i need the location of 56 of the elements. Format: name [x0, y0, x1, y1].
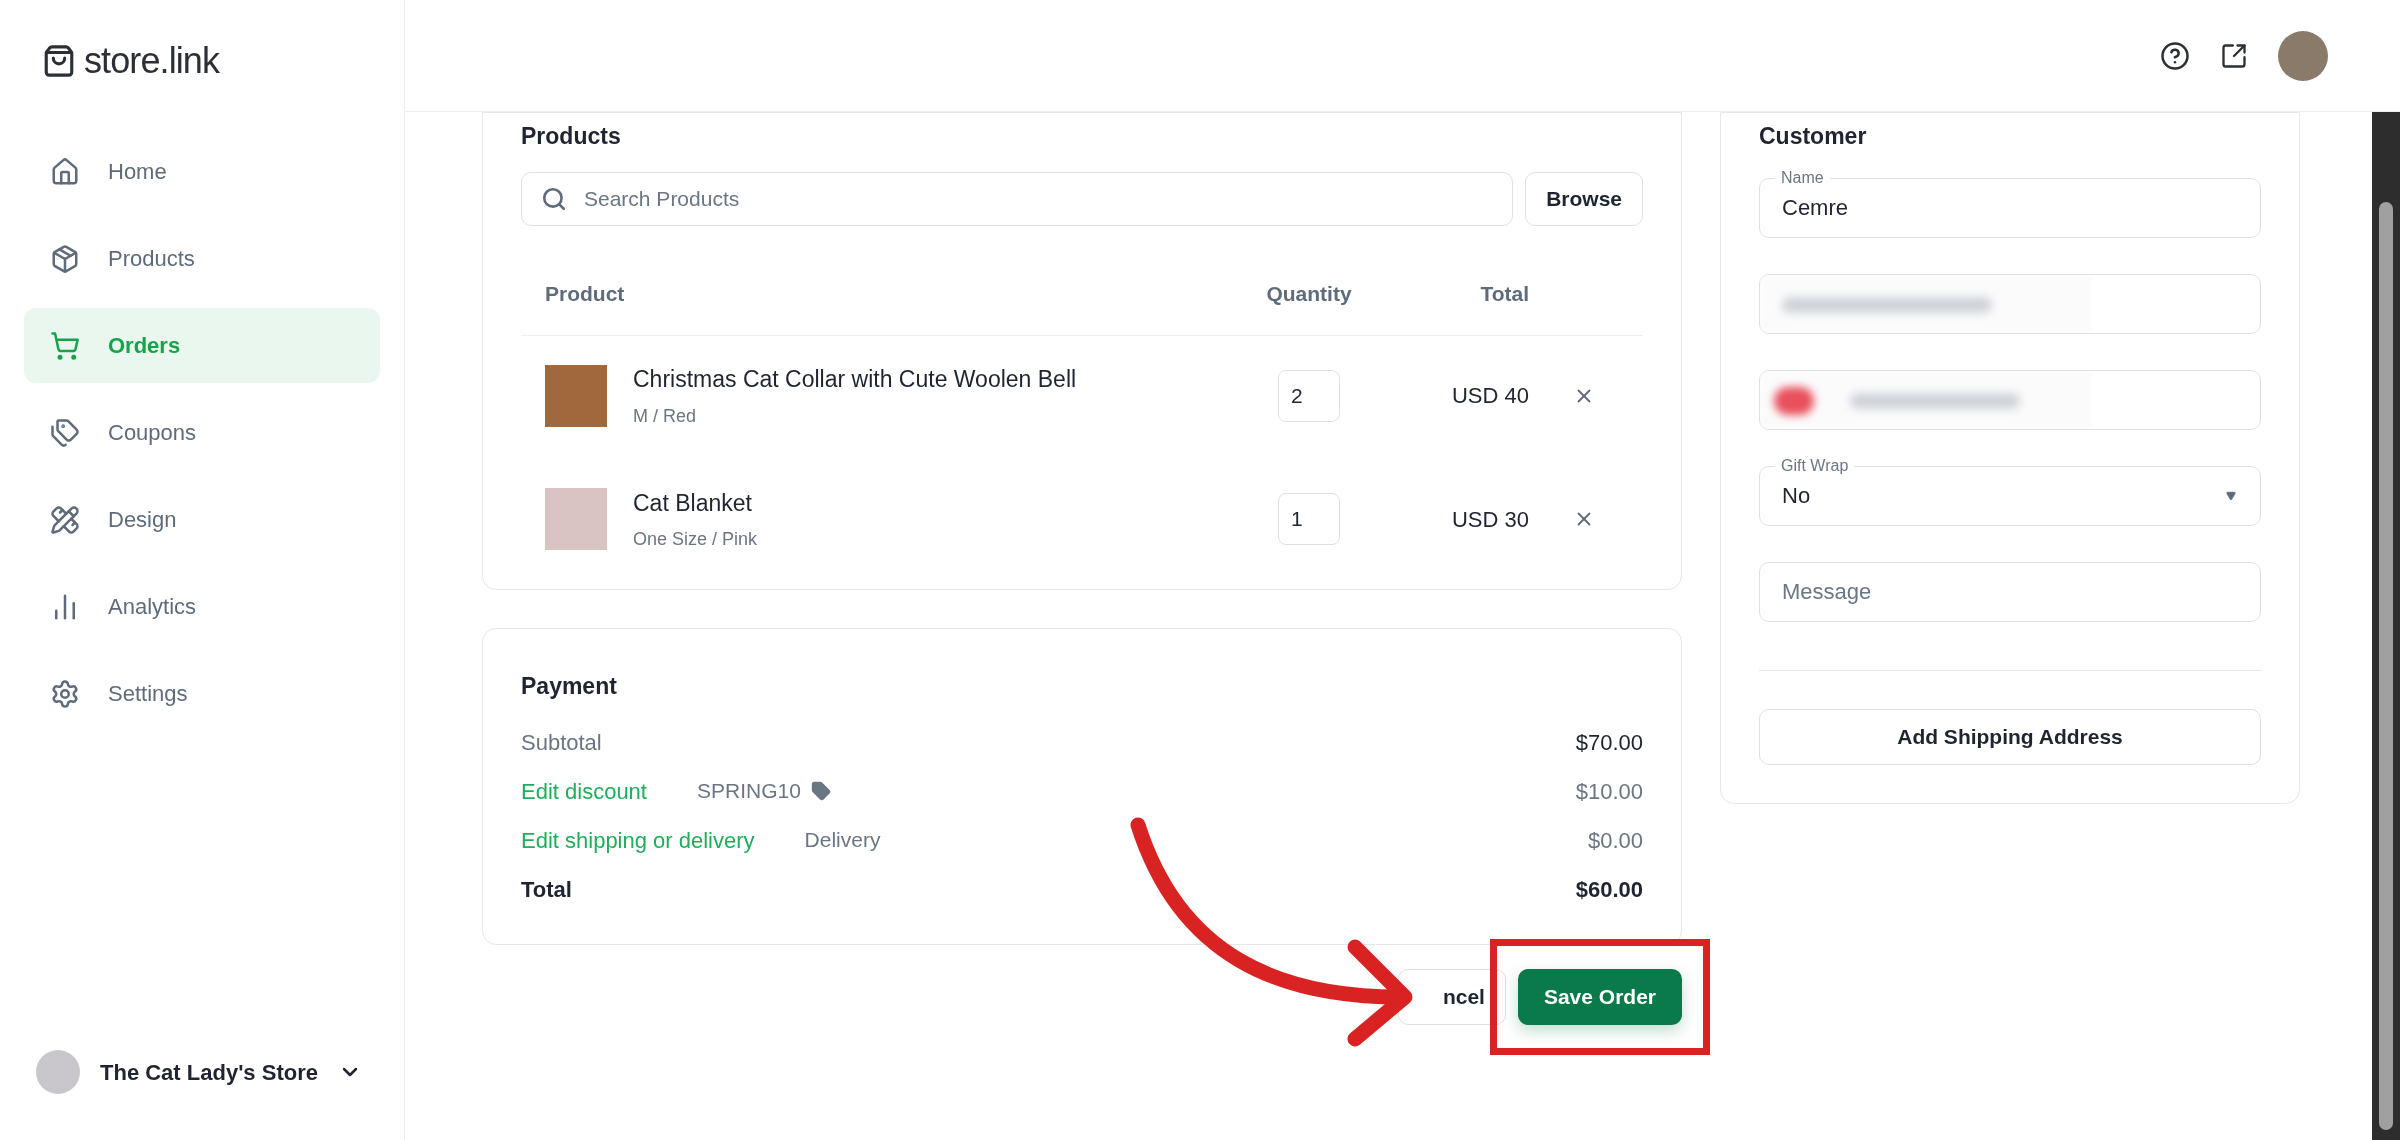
input-field[interactable]: Message: [1759, 561, 2261, 622]
quantity-field[interactable]: 2: [1278, 369, 1340, 422]
sidebar-item[interactable]: Coupons: [24, 395, 380, 470]
column-header: Quantity: [1266, 280, 1352, 307]
user-avatar[interactable]: [2278, 30, 2328, 81]
add-shipping-address-button[interactable]: Add Shipping Address: [1759, 708, 2261, 765]
column-header: Product: [545, 280, 625, 307]
card-title: Payment: [521, 672, 618, 701]
line-total: USD 30: [1451, 505, 1529, 534]
sidebar-item[interactable]: Analytics: [24, 569, 380, 644]
sidebar-item[interactable]: Design: [24, 482, 380, 557]
product-variant: One Size / Pink: [633, 528, 758, 551]
open-store-button[interactable]: [2220, 41, 2248, 70]
shopping-bag-icon: [42, 44, 76, 78]
product-name: Christmas Cat Collar with Cute Woolen Bell: [633, 365, 1077, 394]
store-switcher[interactable]: The Cat Lady's Store: [24, 1042, 380, 1102]
help-button[interactable]: [2160, 40, 2190, 71]
line-total: USD 40: [1451, 382, 1529, 411]
settings-icon: [50, 678, 80, 709]
payment-amount: $10.00: [1575, 777, 1643, 806]
tag-icon: [810, 781, 831, 801]
edit-link[interactable]: Edit discount: [521, 774, 647, 808]
search-icon: [541, 185, 567, 212]
store-avatar: [36, 1050, 80, 1094]
payment-amount: $70.00: [1575, 728, 1643, 757]
sidebar-item[interactable]: Products: [24, 221, 380, 296]
payment-detail: SPRING10: [696, 778, 801, 805]
tag-icon: [50, 417, 80, 448]
payment-amount: $60.00: [1575, 875, 1643, 904]
dropdown-triangle-icon: [2224, 490, 2238, 501]
cart-icon: [50, 330, 80, 361]
card-title: Products: [521, 122, 622, 151]
sidebar-item[interactable]: Settings: [24, 656, 380, 731]
sidebar-item[interactable]: Home: [24, 134, 380, 209]
brand-logo-text: store.link: [84, 39, 220, 83]
payment-label: Total: [521, 875, 572, 904]
payment-amount: $0.00: [1587, 826, 1643, 855]
save-order-button[interactable]: Save Order: [1517, 968, 1682, 1025]
edit-link[interactable]: Edit shipping or delivery: [521, 823, 755, 857]
photo-placeholder: [545, 488, 607, 551]
quantity-field[interactable]: 1: [1278, 493, 1340, 546]
browse-button[interactable]: Browse: [1525, 171, 1643, 226]
payment-detail: Delivery: [804, 827, 881, 854]
box-icon: [50, 243, 80, 274]
sidebar-item[interactable]: Orders: [24, 308, 380, 383]
payment-label: Subtotal: [521, 728, 602, 757]
product-name: Cat Blanket: [633, 488, 753, 518]
column-header: Total: [1480, 280, 1529, 307]
photo-placeholder: [545, 364, 607, 427]
pencil-ruler-icon: [50, 504, 80, 535]
external-link-icon: [2220, 41, 2248, 70]
home-icon: [50, 156, 80, 187]
help-icon: [2160, 40, 2190, 71]
search-field[interactable]: Search Products: [521, 171, 1514, 226]
card-title: Customer: [1759, 122, 1868, 151]
product-variant: M / Red: [633, 404, 698, 428]
